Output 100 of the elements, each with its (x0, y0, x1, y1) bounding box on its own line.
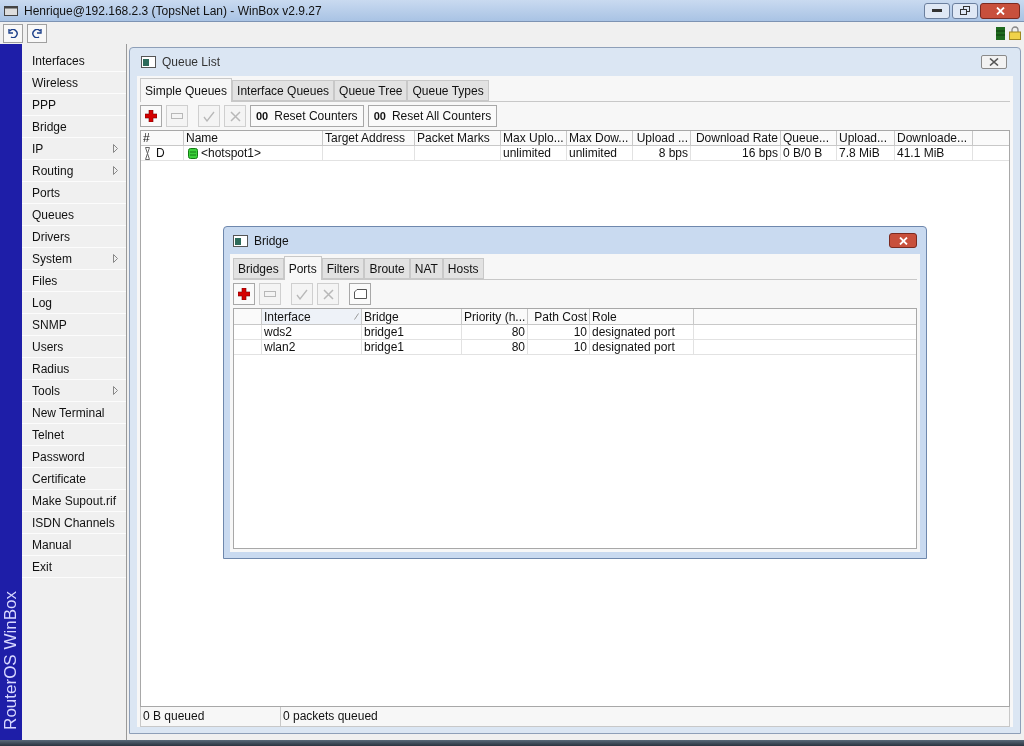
column-header[interactable]: Download Rate (695, 131, 778, 145)
sidebar-item[interactable]: Tools (22, 380, 126, 402)
tab[interactable]: Simple Queues (140, 78, 233, 102)
minus-icon (264, 291, 276, 297)
sidebar-item[interactable]: Routing (22, 160, 126, 182)
tab[interactable]: Bridges (233, 258, 284, 279)
sidebar-item[interactable]: IP (22, 138, 126, 160)
add-button[interactable] (233, 283, 255, 305)
sidebar-item[interactable]: Bridge (22, 116, 126, 138)
window-icon (233, 234, 248, 247)
sidebar-item[interactable]: Queues (22, 204, 126, 226)
plus-icon (145, 110, 157, 122)
sidebar-item[interactable]: Radius (22, 358, 126, 380)
tab[interactable]: Ports (283, 256, 322, 280)
hourglass-icon (145, 146, 150, 160)
minus-icon (171, 113, 183, 119)
column-header[interactable]: Name (186, 131, 218, 145)
sidebar-item[interactable]: Make Supout.rif (22, 490, 126, 512)
cross-icon (229, 110, 241, 122)
undo-icon (8, 28, 18, 38)
restore-button[interactable] (952, 2, 978, 19)
sidebar-item[interactable]: Files (22, 270, 126, 292)
tab[interactable]: Filters (321, 258, 365, 279)
sidebar-item[interactable]: Users (22, 336, 126, 358)
sidebar-item[interactable]: ISDN Channels (22, 512, 126, 534)
sidebar-item[interactable]: Manual (22, 534, 126, 556)
column-header[interactable]: # (143, 131, 150, 145)
column-header[interactable]: Downloade... (897, 131, 968, 145)
add-button[interactable] (140, 105, 162, 127)
plus-icon (238, 288, 250, 300)
column-header[interactable]: Max Uplo... (503, 131, 564, 145)
reset-counters-button[interactable]: 00 Reset Counters (250, 105, 364, 127)
table-cell: designated port (592, 340, 675, 354)
table-cell: bridge1 (364, 340, 405, 354)
submenu-arrow-icon (113, 144, 118, 153)
sidebar-item[interactable]: Log (22, 292, 126, 314)
cross-icon (322, 288, 334, 300)
sidebar-item[interactable]: Password (22, 446, 126, 468)
tab[interactable]: Hosts (442, 258, 484, 279)
column-header[interactable]: Priority (h... (464, 308, 526, 325)
minimize-icon (932, 9, 942, 12)
close-button[interactable] (889, 233, 917, 248)
column-header[interactable]: Upload... (839, 131, 888, 145)
status-text: 0 B queued (141, 707, 281, 726)
sidebar-item[interactable]: SNMP (22, 314, 126, 336)
sidebar-item[interactable]: Telnet (22, 424, 126, 446)
column-header[interactable]: Role (592, 308, 617, 325)
tab[interactable]: Queue Tree (334, 80, 408, 101)
table-cell: unlimited (503, 146, 552, 160)
close-button[interactable] (980, 2, 1020, 19)
table-cell: bridge1 (364, 325, 405, 339)
comment-button[interactable] (349, 283, 371, 305)
queue-icon (188, 147, 198, 159)
tab[interactable]: Interface Queues (232, 80, 335, 101)
column-header[interactable]: Packet Marks (417, 131, 490, 145)
table-cell: wlan2 (264, 340, 296, 354)
flag-text: D (156, 145, 165, 161)
column-header[interactable]: Bridge (364, 308, 399, 325)
sidebar-item[interactable]: Interfaces (22, 50, 126, 72)
window-title: Henrique@192.168.2.3 (TopsNet Lan) - WinBox v2.9.27 (24, 2, 323, 20)
brand-label: RouterOS WinBox (0, 591, 22, 730)
reset-counters-button[interactable]: 00 Reset All Counters (367, 105, 498, 127)
sidebar-item[interactable]: Drivers (22, 226, 126, 248)
table-cell: wds2 (264, 325, 292, 339)
sidebar-item[interactable]: Wireless (22, 72, 126, 94)
undo-button[interactable] (3, 23, 23, 43)
close-icon (989, 58, 999, 66)
window-title: Queue List (162, 54, 222, 71)
window-title: Bridge (254, 232, 290, 250)
check-icon (296, 288, 308, 300)
sidebar-item[interactable]: Ports (22, 182, 126, 204)
close-button[interactable] (981, 55, 1007, 69)
table-cell: 41.1 MiB (897, 146, 945, 160)
table-cell: <hotspot1> (201, 145, 262, 161)
status-text: 0 packets queued (282, 708, 379, 725)
sidebar-item[interactable]: Certificate (22, 468, 126, 490)
minimize-button[interactable] (924, 2, 950, 19)
column-header[interactable]: Queue... (783, 131, 830, 145)
tab[interactable]: Queue Types (407, 80, 489, 101)
column-header[interactable]: Path Cost (534, 308, 587, 325)
column-header[interactable]: Max Dow... (569, 131, 629, 145)
app-icon (4, 5, 18, 16)
redo-button[interactable] (27, 23, 47, 43)
sort-icon (354, 313, 359, 320)
sidebar-item[interactable]: Exit (22, 556, 126, 578)
table-cell: 8 bps (658, 146, 688, 160)
sidebar-item[interactable]: New Terminal (22, 402, 126, 424)
column-header[interactable]: Target Address (325, 131, 406, 145)
column-header[interactable]: Upload ... (636, 131, 688, 145)
submenu-arrow-icon (113, 386, 118, 395)
table-cell: 16 bps (741, 146, 778, 160)
sidebar-item[interactable]: System (22, 248, 126, 270)
restore-icon (960, 6, 970, 15)
check-icon (203, 110, 215, 122)
tab[interactable]: NAT (409, 258, 443, 279)
table-cell: 10 (573, 340, 587, 354)
window-icon (141, 56, 156, 68)
tab[interactable]: Broute (364, 258, 410, 279)
sidebar-item[interactable]: PPP (22, 94, 126, 116)
submenu-arrow-icon (113, 254, 118, 263)
